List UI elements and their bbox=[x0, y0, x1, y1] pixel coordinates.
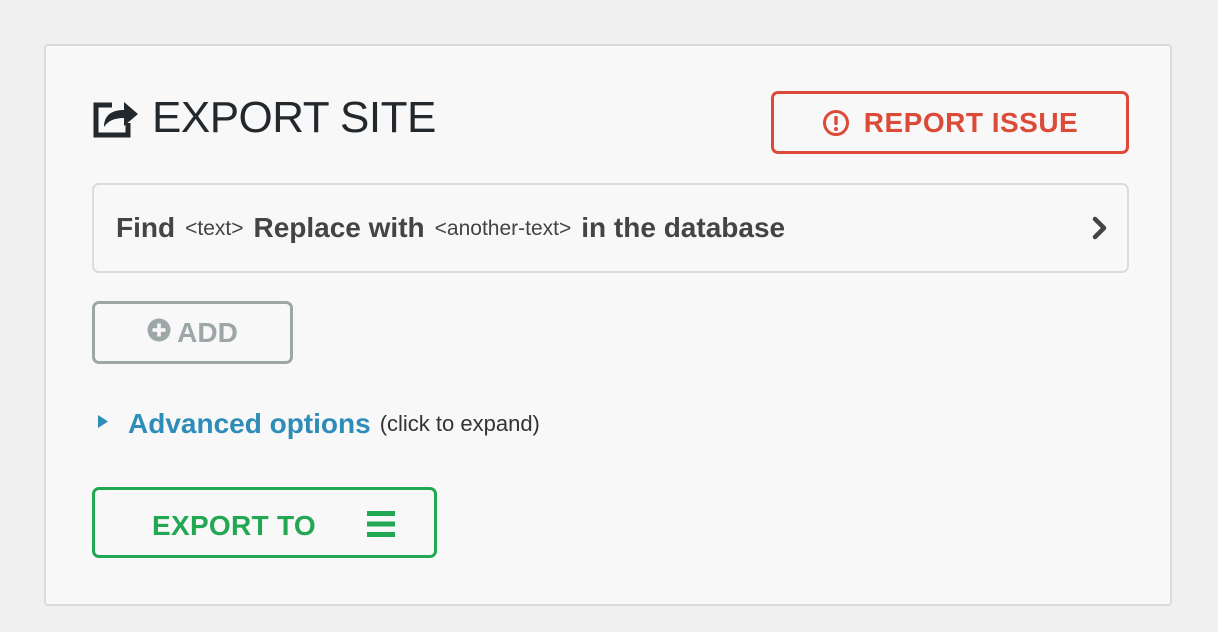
share-export-icon bbox=[92, 97, 140, 139]
report-issue-label: REPORT ISSUE bbox=[863, 106, 1079, 138]
find-label: Find bbox=[116, 212, 176, 243]
advanced-options-hint: (click to expand) bbox=[379, 411, 540, 436]
exclamation-circle-icon bbox=[822, 109, 850, 137]
triangle-right-icon bbox=[98, 414, 108, 428]
menu-icon bbox=[367, 510, 395, 538]
export-to-button[interactable]: EXPORT TO bbox=[92, 487, 437, 558]
report-issue-button[interactable]: REPORT ISSUE bbox=[771, 91, 1129, 154]
find-placeholder: <text> bbox=[185, 217, 244, 240]
find-replace-suffix: in the database bbox=[581, 212, 786, 243]
advanced-options-link[interactable]: Advanced options bbox=[128, 408, 371, 440]
add-button[interactable]: ADD bbox=[92, 301, 293, 364]
panel-header: EXPORT SITE bbox=[92, 96, 436, 140]
export-to-label: EXPORT TO bbox=[152, 510, 316, 541]
export-site-panel: EXPORT SITE REPORT ISSUE Find <text> Rep… bbox=[44, 44, 1172, 606]
find-replace-row[interactable]: Find <text> Replace with <another-text> … bbox=[92, 183, 1129, 273]
add-label: ADD bbox=[177, 316, 238, 348]
replace-placeholder: <another-text> bbox=[434, 217, 572, 240]
page-title: EXPORT SITE bbox=[152, 93, 436, 142]
chevron-right-icon[interactable] bbox=[1091, 215, 1109, 241]
replace-label: Replace with bbox=[253, 212, 425, 243]
advanced-options-toggle[interactable]: Advanced options (click to expand) bbox=[98, 408, 540, 440]
plus-circle-icon bbox=[147, 318, 171, 342]
